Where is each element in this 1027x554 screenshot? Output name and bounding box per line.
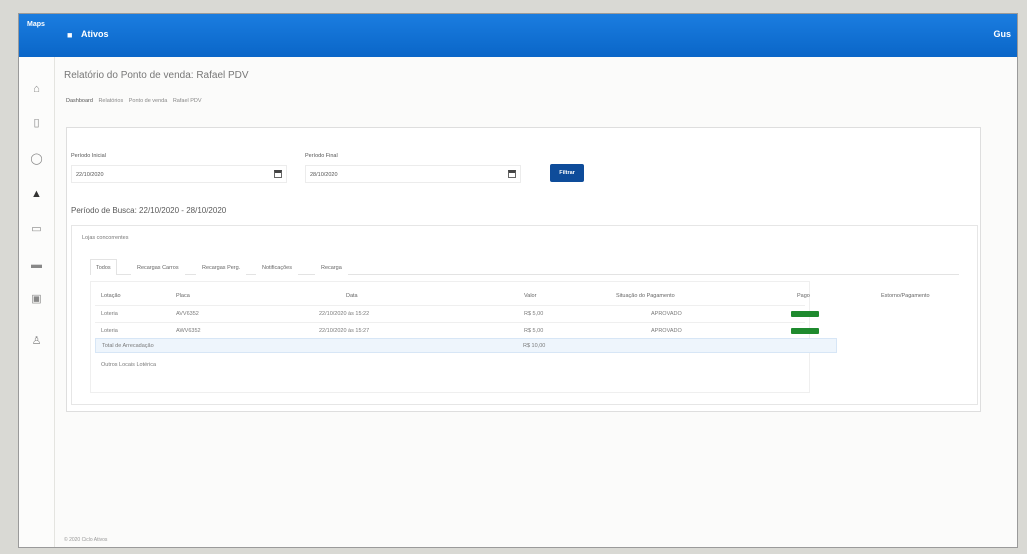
filter-button[interactable]: Filtrar	[550, 164, 584, 182]
total-row: Total de Arrecadação R$ 10,00	[95, 338, 837, 353]
results-subtitle: Lojas concorrentes	[82, 235, 129, 241]
row1-valor: R$ 5,00	[524, 311, 544, 317]
breadcrumb-ponto-venda[interactable]: Ponto de venda	[129, 98, 168, 104]
brand-logo[interactable]: Maps	[27, 21, 45, 28]
column-valor: Valor	[524, 293, 537, 299]
paid-badge[interactable]	[791, 328, 819, 334]
row2-situacao: APROVADO	[651, 328, 682, 334]
row-divider	[95, 322, 805, 323]
breadcrumb: Dashboard Relatórios Ponto de venda Rafa…	[66, 98, 206, 104]
row2-valor: R$ 5,00	[524, 328, 544, 334]
row2-lotacao: Loteria	[101, 328, 118, 334]
footer-copyright: © 2020 Ciclo Ativos	[64, 537, 108, 543]
start-date-label: Período Inicial	[71, 153, 106, 159]
tab-recargas-perg[interactable]: Recargas Perg.	[196, 259, 247, 275]
row2-placa: AWV6352	[176, 328, 201, 334]
column-estorno: Estorno/Pagamento	[881, 293, 930, 299]
calendar-icon[interactable]	[508, 170, 516, 178]
row-divider	[95, 305, 805, 306]
app-name[interactable]: Ativos	[81, 29, 109, 39]
page-title: Relatório do Ponto de venda: Rafael PDV	[64, 70, 249, 81]
home-icon[interactable]: ⌂	[30, 83, 43, 96]
calendar-icon[interactable]	[274, 170, 282, 178]
table-note: Outros Locais Lotérica	[101, 362, 157, 368]
grid-icon[interactable]: ■	[67, 30, 72, 40]
user-icon[interactable]: ♙	[30, 335, 43, 348]
tab-bar: Todos Recargas Carros Recargas Perg. Not…	[90, 259, 959, 275]
money-icon[interactable]: ▣	[30, 293, 43, 306]
transactions-table: Lotação Placa Data Valor Situação do Pag…	[90, 281, 930, 393]
tab-notificacoes[interactable]: Notificações	[256, 259, 298, 275]
row1-placa: AVV6352	[176, 311, 199, 317]
end-date-label: Período Final	[305, 153, 338, 159]
car-icon[interactable]: ▲	[30, 188, 43, 201]
total-value: R$ 10,00	[523, 343, 546, 349]
tab-todos[interactable]: Todos	[90, 259, 117, 275]
breadcrumb-relatorios[interactable]: Relatórios	[98, 98, 123, 104]
tab-recargas-carros[interactable]: Recargas Carros	[131, 259, 185, 275]
end-date-field[interactable]: 28/10/2020	[305, 165, 521, 183]
shield-icon[interactable]: ◯	[30, 153, 43, 166]
end-date-value: 28/10/2020	[310, 172, 338, 178]
document-icon[interactable]: ▯	[30, 117, 43, 130]
column-pago: Pago	[797, 293, 810, 299]
row1-lotacao: Loteria	[101, 311, 118, 317]
top-navigation-bar: Maps ■ Ativos Gus	[19, 14, 1017, 57]
sidebar: ⌂ ▯ ◯ ▲ ▭ ▬ ▣ ♙	[19, 57, 55, 547]
main-content: Relatório do Ponto de venda: Rafael PDV …	[56, 57, 1017, 547]
paid-badge[interactable]	[791, 311, 819, 317]
column-placa: Placa	[176, 293, 190, 299]
card-icon[interactable]: ▬	[30, 259, 43, 272]
row2-data: 22/10/2020 às 15:27	[319, 328, 370, 334]
user-menu[interactable]: Gus	[993, 29, 1011, 39]
breadcrumb-dashboard[interactable]: Dashboard	[66, 98, 93, 104]
report-panel: Período Inicial 22/10/2020 Período Final…	[66, 127, 981, 412]
calendar-icon[interactable]: ▭	[30, 223, 43, 236]
column-situacao: Situação do Pagamento	[616, 293, 675, 299]
start-date-field[interactable]: 22/10/2020	[71, 165, 287, 183]
total-label: Total de Arrecadação	[102, 343, 154, 349]
row1-data: 22/10/2020 às 15:22	[319, 311, 370, 317]
breadcrumb-current: Rafael PDV	[172, 98, 202, 104]
column-lotacao: Lotação	[101, 293, 121, 299]
results-box: Lojas concorrentes Todos Recargas Carros…	[71, 225, 978, 405]
start-date-value: 22/10/2020	[76, 172, 104, 178]
row1-situacao: APROVADO	[651, 311, 682, 317]
tab-recarga[interactable]: Recarga	[315, 259, 348, 275]
search-period: Período de Busca: 22/10/2020 - 28/10/202…	[71, 206, 227, 215]
app-window: Maps ■ Ativos Gus ⌂ ▯ ◯ ▲ ▭ ▬ ▣ ♙ Relató…	[18, 13, 1018, 548]
column-data: Data	[346, 293, 358, 299]
